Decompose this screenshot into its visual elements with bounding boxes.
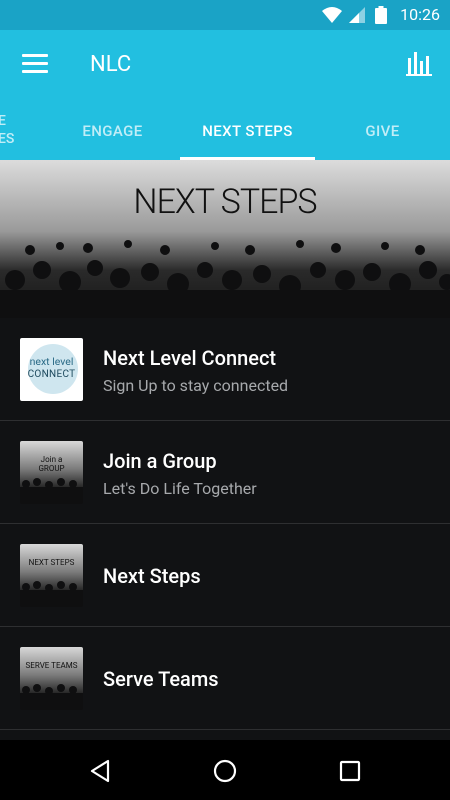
list-item[interactable]: SERVE TEAMS Serve Teams — [0, 627, 450, 730]
system-nav-bar — [0, 740, 450, 800]
menu-button[interactable] — [22, 54, 48, 76]
menu-icon — [22, 54, 48, 57]
list-item[interactable]: next level CONNECT Next Level Connect Si… — [0, 318, 450, 421]
serve-teams-thumbnail: SERVE TEAMS — [20, 647, 83, 710]
next-steps-list: next level CONNECT Next Level Connect Si… — [0, 318, 450, 730]
signal-icon — [349, 7, 365, 23]
tab-label: NEXT STEPS — [202, 122, 293, 140]
thumb-text: NEXT STEPS — [28, 558, 75, 567]
item-title: Serve Teams — [103, 667, 219, 691]
tab-engage[interactable]: ENGAGE — [65, 102, 160, 160]
list-item[interactable]: NEXT STEPS Next Steps — [0, 524, 450, 627]
tab-bar: E ES ENGAGE NEXT STEPS GIVE — [0, 102, 450, 160]
item-title: Next Level Connect — [103, 346, 277, 370]
item-subtitle: Sign Up to stay connected — [103, 376, 289, 395]
item-subtitle: Let's Do Life Together — [103, 479, 257, 498]
crowd-image — [0, 240, 450, 318]
tab-label: GIVE — [365, 122, 400, 140]
app-bar: NLC — [0, 30, 450, 102]
item-title: Next Steps — [103, 564, 201, 588]
thumb-text: CONNECT — [27, 369, 76, 380]
recents-icon[interactable] — [337, 758, 363, 784]
tab-next-steps[interactable]: NEXT STEPS — [180, 102, 315, 160]
back-icon[interactable] — [88, 758, 114, 784]
home-icon[interactable] — [212, 758, 238, 784]
hero-banner: NEXT STEPS — [0, 160, 450, 318]
list-item[interactable]: Join a GROUP Join a Group Let's Do Life T… — [0, 421, 450, 524]
app-title: NLC — [90, 52, 132, 77]
item-title: Join a Group — [103, 449, 217, 473]
next-steps-thumbnail: NEXT STEPS — [20, 544, 83, 607]
thumb-text: next level — [29, 355, 74, 368]
wifi-icon — [322, 7, 342, 23]
status-bar: 10:26 — [0, 0, 450, 30]
bar-chart-icon[interactable] — [406, 50, 434, 78]
tab-partial[interactable]: E ES — [0, 112, 14, 148]
group-thumbnail: Join a GROUP — [20, 441, 83, 504]
status-time: 10:26 — [400, 5, 440, 24]
tab-label: ENGAGE — [82, 122, 143, 140]
tab-give[interactable]: GIVE — [335, 102, 430, 160]
connect-thumbnail: next level CONNECT — [20, 338, 83, 401]
thumb-text: SERVE TEAMS — [25, 661, 78, 670]
battery-icon — [375, 6, 387, 24]
